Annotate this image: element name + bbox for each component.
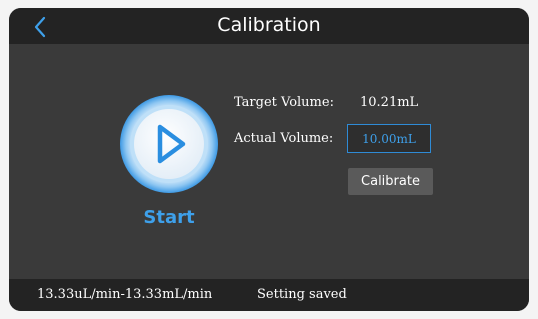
device-screen: Calibration Start Target Volume: 10.21mL… xyxy=(9,8,529,311)
status-bar: 13.33uL/min-13.33mL/min Setting saved xyxy=(9,279,529,311)
start-label: Start xyxy=(143,207,195,228)
target-volume-label: Target Volume: xyxy=(234,95,334,110)
status-message: Setting saved xyxy=(257,287,347,302)
play-icon xyxy=(120,95,218,193)
start-button[interactable] xyxy=(119,94,219,194)
actual-volume-input[interactable] xyxy=(347,124,431,153)
flow-range-text: 13.33uL/min-13.33mL/min xyxy=(37,287,213,302)
target-volume-value: 10.21mL xyxy=(360,95,419,110)
title-bar: Calibration xyxy=(9,8,529,44)
page-title: Calibration xyxy=(217,14,321,36)
calibrate-button[interactable]: Calibrate xyxy=(348,168,433,195)
actual-volume-label: Actual Volume: xyxy=(234,131,334,146)
